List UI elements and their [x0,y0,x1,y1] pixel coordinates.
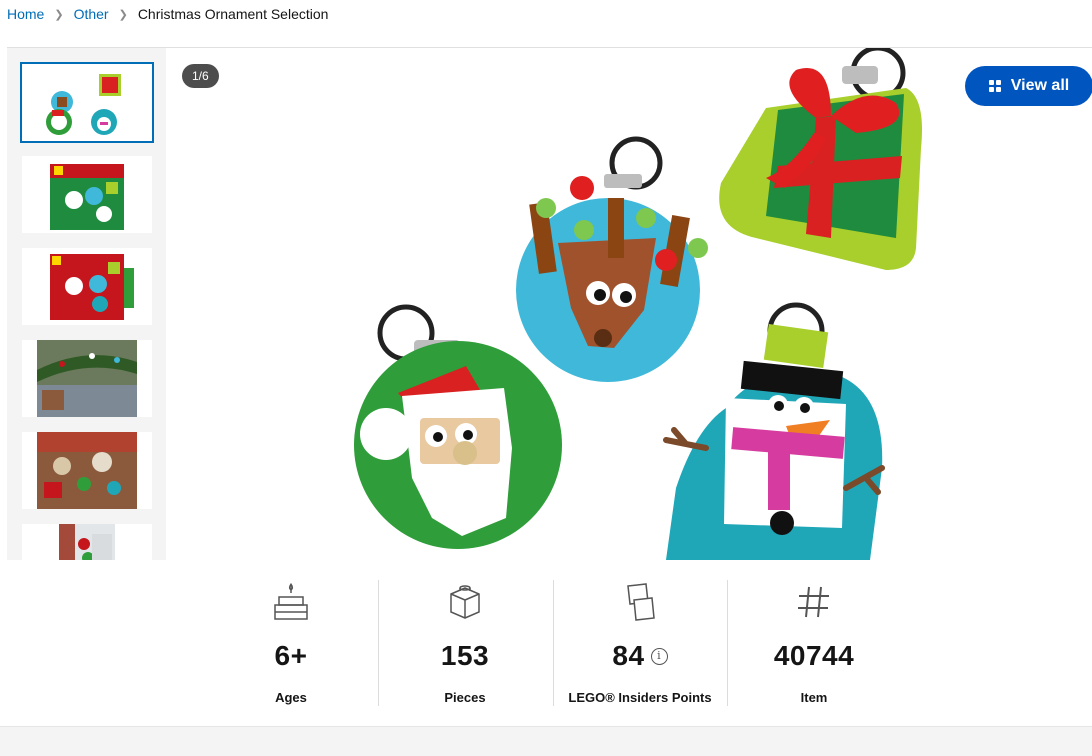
spec-item-value: 40744 [773,640,855,671]
info-icon[interactable]: i [650,647,668,665]
view-all-button[interactable]: View all [965,66,1092,106]
footer-band [0,726,1092,756]
chevron-right-icon: ❯ [118,8,128,21]
cake-icon [204,580,378,624]
spec-pieces-label: Pieces [444,690,486,705]
main-product-image[interactable]: 1/6 View all [166,48,1092,560]
view-all-label: View all [1010,77,1070,94]
breadcrumb: Home ❯ Other ❯ Christmas Ornament Select… [7,5,328,23]
ornaments-image [354,48,922,560]
spec-pieces-value: 153 [440,640,490,671]
santa-ornament-image [354,304,562,549]
spec-points-label: LEGO® Insiders Points [568,690,712,705]
brick-icon [378,580,552,624]
thumbnail-tree-lifestyle[interactable] [22,524,152,560]
spec-item-label: Item [800,690,828,705]
product-gallery: 1/6 View all [7,47,1092,560]
thumbnail-ornaments-set[interactable] [20,62,154,143]
grid-icon [988,80,1001,92]
thumbnail-garland-lifestyle[interactable] [22,340,152,417]
hash-icon [727,580,901,624]
reindeer-ornament-image [516,136,708,382]
breadcrumb-home-link[interactable]: Home [7,6,44,22]
spec-item: 40744 Item [727,580,901,706]
spec-ages-value: 6+ [274,640,308,671]
thumbnail-table-lifestyle[interactable] [22,432,152,509]
spec-points-value-row: 84 i [553,640,727,672]
product-specs: 6+ Ages 153 Pieces 84 i LEGO® Insiders P… [0,560,1092,726]
spec-points-value: 84 [612,640,645,671]
thumbnail-list[interactable] [7,48,166,560]
gift-ornament-image [719,48,922,270]
spec-ages: 6+ Ages [204,580,378,706]
image-counter: 1/6 [182,64,219,88]
spec-ages-label: Ages [275,690,307,705]
breadcrumb-category-link[interactable]: Other [74,6,109,22]
spec-pieces: 153 Pieces [378,580,552,706]
thumbnail-box-back[interactable] [22,248,152,325]
spec-points: 84 i LEGO® Insiders Points [553,580,727,706]
chevron-right-icon: ❯ [54,8,64,21]
breadcrumb-current: Christmas Ornament Selection [137,6,329,22]
points-card-icon [553,580,727,624]
snowman-ornament-image [663,302,885,560]
thumbnail-box-front[interactable] [22,156,152,233]
